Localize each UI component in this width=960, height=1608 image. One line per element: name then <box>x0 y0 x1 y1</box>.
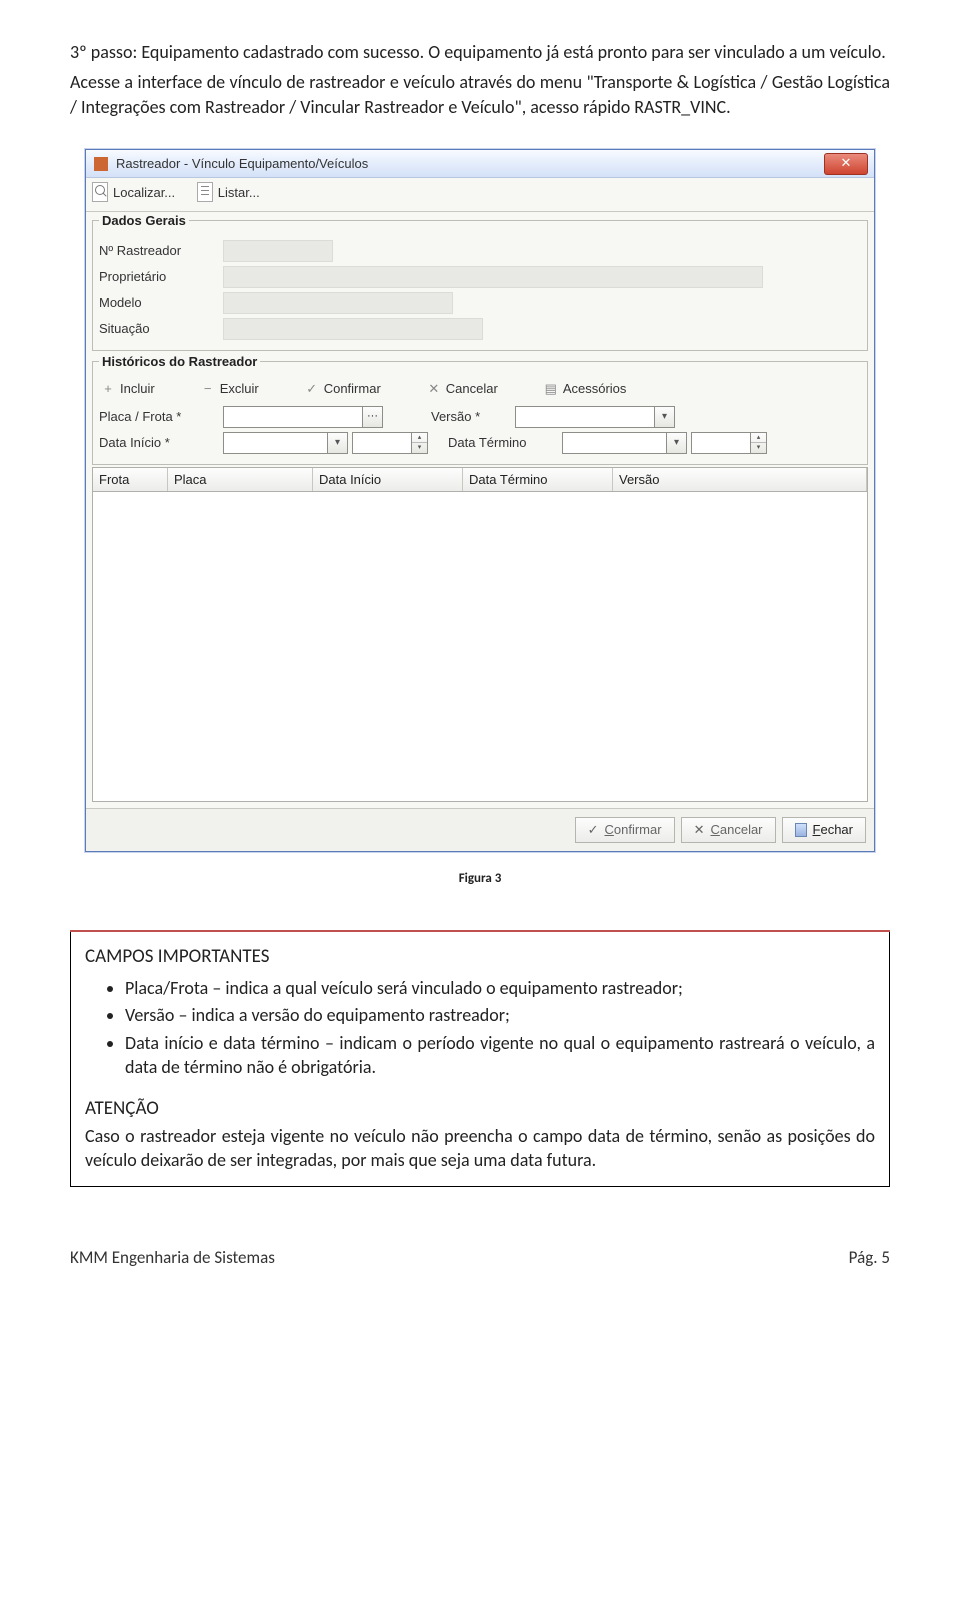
col-placa[interactable]: Placa <box>168 468 313 492</box>
dados-gerais-group: Dados Gerais Nº Rastreador Proprietário … <box>92 212 868 351</box>
situacao-field[interactable] <box>223 318 483 340</box>
chevron-down-icon[interactable]: ▾ <box>667 432 687 454</box>
cancelar-label: Cancelar <box>446 380 498 398</box>
action-row: + Incluir −Excluir ✓ Confirmar ✕ Cancelar ▤… <box>99 376 861 402</box>
placa-frota-label: Placa / Frota * <box>99 408 219 426</box>
cancelar-action[interactable]: ✕ Cancelar <box>427 380 498 398</box>
atencao-text: Caso o rastreador esteja vigente no veíc… <box>85 1124 875 1173</box>
hora-inicio-input[interactable] <box>352 432 412 454</box>
confirmar-label: Confirmar <box>324 380 381 398</box>
modelo-label: Modelo <box>99 294 219 312</box>
listar-button[interactable]: Listar... <box>197 182 260 202</box>
legend-hist: Históricos do Rastreador <box>99 353 260 371</box>
fechar-btn-label: echar <box>820 822 853 837</box>
search-icon <box>92 182 108 202</box>
minus-icon: − <box>201 380 215 398</box>
modelo-field[interactable] <box>223 292 453 314</box>
col-data-inicio[interactable]: Data Início <box>313 468 463 492</box>
acess-icon: ▤ <box>544 380 558 398</box>
fechar-button[interactable]: Fechar <box>782 817 866 843</box>
close-icon[interactable]: ✕ <box>824 153 868 175</box>
confirmar-btn-label: onfirmar <box>614 822 662 837</box>
step-text: Acesse a interface de vínculo de rastrea… <box>70 70 890 119</box>
proprietario-field[interactable] <box>223 266 763 288</box>
plus-icon: + <box>101 380 115 398</box>
placa-frota-input[interactable] <box>223 406 363 428</box>
titlebar: Rastreador - Vínculo Equipamento/Veículo… <box>86 150 874 179</box>
grid-header: Frota Placa Data Início Data Término Ver… <box>92 467 868 493</box>
bottom-bar: ✓Confirmar ✕Cancelar Fechar <box>86 808 874 851</box>
bullet-item: Versão – indica a versão do equipamento … <box>125 1003 875 1027</box>
app-window: Rastreador - Vínculo Equipamento/Veículo… <box>85 149 875 852</box>
num-rastreador-field[interactable] <box>223 240 333 262</box>
toolbar: Localizar... Listar... <box>86 178 874 212</box>
listar-label: Listar... <box>218 184 260 202</box>
check-icon: ✓ <box>588 821 599 839</box>
data-termino-label: Data Término <box>448 434 558 452</box>
data-inicio-label: Data Início * <box>99 434 219 452</box>
cancelar-button[interactable]: ✕Cancelar <box>681 817 776 843</box>
situacao-label: Situação <box>99 320 219 338</box>
spinner[interactable]: ▴▾ <box>751 432 767 454</box>
versao-input[interactable] <box>515 406 655 428</box>
col-data-termino[interactable]: Data Término <box>463 468 613 492</box>
step-heading: 3º passo: Equipamento cadastrado com suc… <box>70 40 890 64</box>
incluir-button[interactable]: + Incluir <box>101 380 155 398</box>
incluir-label: Incluir <box>120 380 155 398</box>
versao-label: Versão * <box>431 408 511 426</box>
form-area: Dados Gerais Nº Rastreador Proprietário … <box>86 212 874 808</box>
campos-importantes-box: CAMPOS IMPORTANTES Placa/Frota – indica … <box>70 931 890 1187</box>
footer-company: KMM Engenharia de Sistemas <box>70 1247 275 1270</box>
localizar-button[interactable]: Localizar... <box>92 182 175 202</box>
window-title: Rastreador - Vínculo Equipamento/Veículo… <box>116 155 368 173</box>
acessorios-button[interactable]: ▤ Acessórios <box>544 380 627 398</box>
num-rastreador-label: Nº Rastreador <box>99 242 219 260</box>
data-termino-input[interactable] <box>562 432 667 454</box>
confirmar-action[interactable]: ✓ Confirmar <box>305 380 381 398</box>
check-icon: ✓ <box>305 380 319 398</box>
chevron-down-icon[interactable]: ▾ <box>328 432 348 454</box>
confirmar-button[interactable]: ✓Confirmar <box>575 817 675 843</box>
chevron-down-icon[interactable]: ▾ <box>655 406 675 428</box>
col-versao[interactable]: Versão <box>613 468 867 492</box>
app-icon <box>94 157 108 171</box>
localizar-label: Localizar... <box>113 184 175 202</box>
col-frota[interactable]: Frota <box>93 468 168 492</box>
grid-body[interactable] <box>92 492 868 802</box>
historicos-group: Históricos do Rastreador + Incluir −Exclu… <box>92 353 868 465</box>
door-icon <box>795 823 807 837</box>
spinner[interactable]: ▴▾ <box>412 432 428 454</box>
acessorios-label: Acessórios <box>563 380 627 398</box>
box-title: CAMPOS IMPORTANTES <box>85 944 875 970</box>
cancelar-btn-label: ancelar <box>720 822 763 837</box>
excluir-button[interactable]: −Excluir <box>201 380 259 398</box>
lookup-button[interactable]: ··· <box>363 406 383 428</box>
atencao-title: ATENÇÃO <box>85 1096 875 1122</box>
footer-page: Pág. 5 <box>849 1247 890 1270</box>
x-icon: ✕ <box>694 821 705 839</box>
figure-caption: Figura 3 <box>70 870 890 888</box>
proprietario-label: Proprietário <box>99 268 219 286</box>
excluir-label: Excluir <box>220 380 259 398</box>
list-icon <box>197 182 213 202</box>
bullet-item: Placa/Frota – indica a qual veículo será… <box>125 976 875 1000</box>
hora-termino-input[interactable] <box>691 432 751 454</box>
page-footer: KMM Engenharia de Sistemas Pág. 5 <box>70 1247 890 1270</box>
legend-gerais: Dados Gerais <box>99 212 189 230</box>
x-icon: ✕ <box>427 380 441 398</box>
bullet-item: Data início e data término – indicam o p… <box>125 1031 875 1080</box>
data-inicio-input[interactable] <box>223 432 328 454</box>
